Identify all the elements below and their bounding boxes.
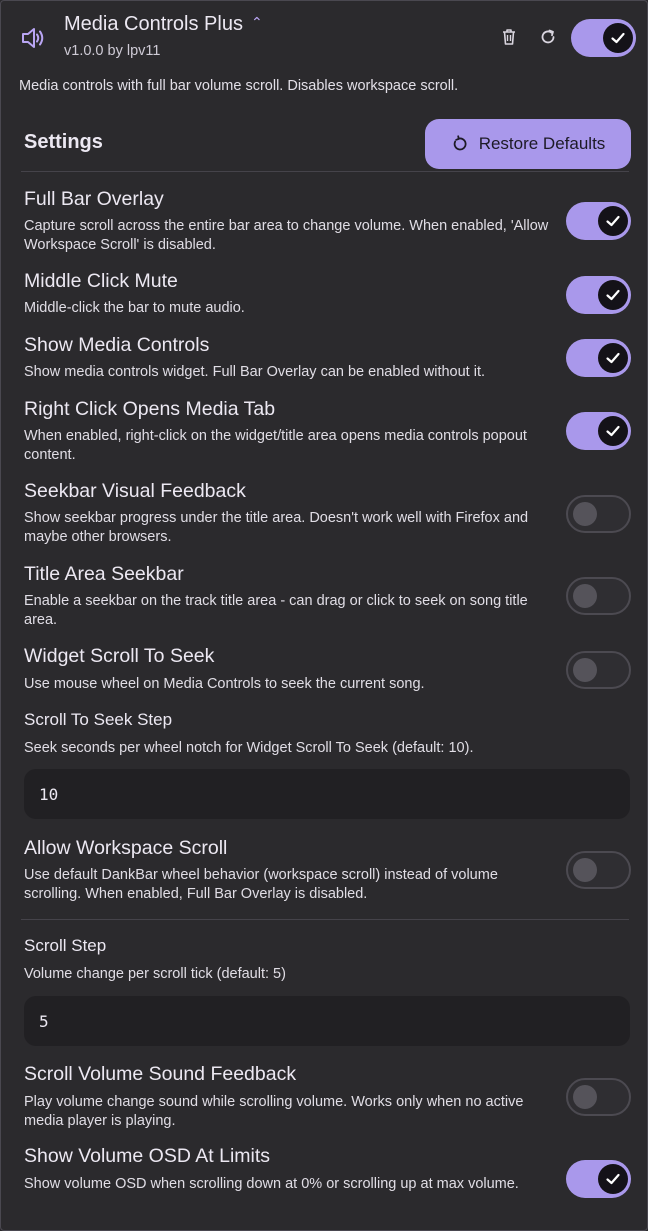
setting-title: Right Click Opens Media Tab: [24, 398, 276, 420]
toggle-knob: [573, 1085, 597, 1109]
setting-title: Seekbar Visual Feedback: [24, 480, 246, 502]
setting-description: Enable a seekbar on the track title area…: [24, 593, 528, 628]
check-icon: [606, 352, 620, 364]
toggle-knob: [573, 584, 597, 608]
check-icon: [606, 1173, 620, 1185]
check-icon: [611, 32, 625, 44]
plugin-header: Media Controls Plus ⌃ v1.0.0 by lpv11: [1, 1, 648, 71]
toggle-knob: [598, 206, 628, 236]
plugin-enable-toggle[interactable]: [571, 19, 636, 57]
setting-description: Play volume change sound while scrolling…: [24, 1094, 524, 1129]
toggle-knob: [598, 280, 628, 310]
setting-description: Show seekbar progress under the title ar…: [24, 510, 529, 545]
setting-title: Allow Workspace Scroll: [24, 837, 228, 859]
setting-title: Full Bar Overlay: [24, 188, 164, 210]
check-icon: [606, 215, 620, 227]
full-bar-overlay-toggle[interactable]: [566, 202, 631, 240]
middle-click-mute-toggle[interactable]: [566, 276, 631, 314]
volume-osd-limits-toggle[interactable]: [566, 1160, 631, 1198]
setting-description: Use mouse wheel on Media Controls to see…: [24, 676, 425, 692]
setting-title: Widget Scroll To Seek: [24, 645, 215, 667]
setting-description: Middle-click the bar to mute audio.: [24, 300, 245, 316]
plugin-name: Media Controls Plus: [64, 13, 243, 35]
toggle-knob: [573, 502, 597, 526]
scroll-sound-feedback-toggle[interactable]: [566, 1078, 631, 1116]
seek-step-input[interactable]: 10: [24, 769, 630, 819]
chevron-up-icon[interactable]: ⌃: [251, 14, 263, 30]
setting-description: When enabled, right-click on the widget/…: [24, 428, 527, 463]
show-media-controls-toggle[interactable]: [566, 339, 631, 377]
toggle-knob: [573, 658, 597, 682]
divider: [21, 919, 629, 920]
plugin-title[interactable]: Media Controls Plus ⌃: [64, 13, 263, 36]
setting-title: Title Area Seekbar: [24, 563, 184, 585]
workspace-scroll-toggle[interactable]: [566, 851, 631, 889]
seek-step-title: Scroll To Seek Step: [24, 710, 173, 729]
trash-icon[interactable]: [498, 26, 520, 48]
check-icon: [606, 425, 620, 437]
toggle-knob: [598, 343, 628, 373]
plugin-version: v1.0.0 by lpv11: [64, 43, 161, 59]
toggle-knob: [603, 23, 633, 53]
divider: [21, 171, 629, 172]
restore-icon: [453, 135, 467, 151]
scroll-step-title: Scroll Step: [24, 936, 107, 955]
toggle-knob: [573, 858, 597, 882]
plugin-card: Media Controls Plus ⌃ v1.0.0 by lpv11 Med…: [0, 0, 648, 1231]
restore-defaults-button[interactable]: Restore Defaults: [425, 119, 631, 169]
scroll-step-input[interactable]: 5: [24, 996, 630, 1046]
toggle-knob: [598, 416, 628, 446]
check-icon: [606, 289, 620, 301]
setting-title: Scroll Volume Sound Feedback: [24, 1063, 297, 1085]
scroll-step-description: Volume change per scroll tick (default: …: [24, 966, 286, 982]
right-click-media-tab-toggle[interactable]: [566, 412, 631, 450]
plugin-description: Media controls with full bar volume scro…: [19, 78, 459, 94]
setting-description: Show media controls widget. Full Bar Ove…: [24, 364, 486, 380]
setting-title: Show Media Controls: [24, 334, 210, 356]
setting-title: Middle Click Mute: [24, 270, 178, 292]
refresh-icon[interactable]: [537, 26, 559, 48]
seekbar-feedback-toggle[interactable]: [566, 495, 631, 533]
toggle-knob: [598, 1164, 628, 1194]
title-area-seekbar-toggle[interactable]: [566, 577, 631, 615]
speaker-icon: [22, 28, 44, 48]
setting-title: Show Volume OSD At Limits: [24, 1145, 271, 1167]
settings-heading: Settings: [24, 131, 103, 153]
setting-description: Capture scroll across the entire bar are…: [24, 218, 549, 253]
widget-scroll-seek-toggle[interactable]: [566, 651, 631, 689]
setting-description: Use default DankBar wheel behavior (work…: [24, 867, 498, 902]
restore-defaults-label: Restore Defaults: [478, 134, 606, 153]
seek-step-description: Seek seconds per wheel notch for Widget …: [24, 740, 474, 756]
setting-description: Show volume OSD when scrolling down at 0…: [24, 1176, 519, 1192]
